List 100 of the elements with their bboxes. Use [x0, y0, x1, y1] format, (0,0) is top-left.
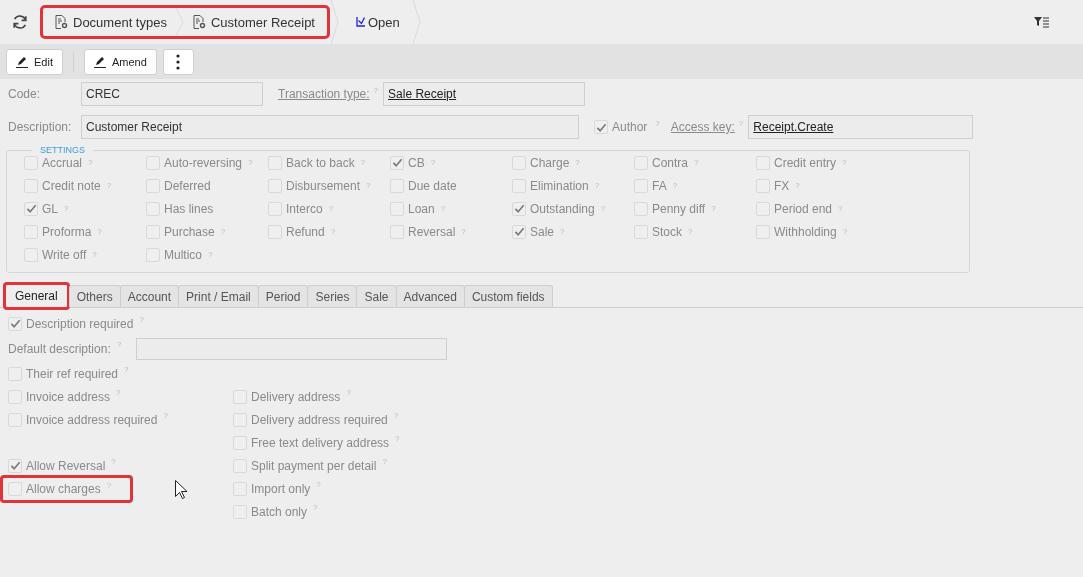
tab[interactable]: Advanced	[395, 285, 465, 307]
chevron-separator	[174, 8, 185, 36]
checkbox[interactable]	[8, 458, 22, 473]
edit-button[interactable]: Edit	[6, 48, 63, 75]
help-mark[interactable]: ?	[330, 227, 336, 236]
help-mark[interactable]: ?	[360, 158, 366, 167]
default-description-field[interactable]	[136, 337, 448, 360]
checkbox-label: Penny diff	[652, 201, 706, 216]
help-mark[interactable]: ?	[116, 340, 122, 349]
help-mark[interactable]: ?	[461, 227, 466, 236]
help-mark[interactable]: ?	[694, 158, 699, 167]
checkbox-label: FX	[774, 178, 790, 193]
checkbox-label: Withholding	[774, 224, 837, 239]
checkbox-label: Accrual	[42, 155, 82, 170]
checkbox-label: Elimination	[530, 178, 589, 193]
help-mark[interactable]: ?	[313, 503, 318, 512]
checkbox[interactable]	[512, 224, 526, 239]
filter-icon[interactable]	[1034, 16, 1049, 28]
checkbox[interactable]	[24, 201, 38, 216]
help-mark[interactable]: ?	[440, 204, 446, 213]
help-mark[interactable]: ?	[316, 480, 321, 489]
help-mark[interactable]: ?	[97, 227, 102, 236]
help-mark[interactable]: ?	[328, 204, 334, 213]
help-mark[interactable]: ?	[139, 315, 144, 324]
help-mark[interactable]: ?	[838, 204, 843, 213]
help-mark[interactable]: ?	[395, 434, 400, 443]
tab[interactable]: Print / Email	[178, 285, 259, 307]
help-mark[interactable]: ?	[688, 227, 693, 236]
help-mark[interactable]: ?	[64, 204, 69, 213]
help-mark[interactable]: ?	[92, 250, 97, 259]
more-button[interactable]	[162, 48, 194, 75]
checkbox-label: Delivery address required	[251, 412, 388, 427]
tab[interactable]: Account	[119, 285, 180, 307]
help-mark[interactable]: ?	[711, 204, 716, 213]
checkbox-label: CB	[408, 155, 425, 170]
help-mark[interactable]: ?	[163, 411, 168, 420]
help-mark[interactable]: ?	[738, 118, 744, 128]
tab[interactable]: Others	[68, 285, 121, 307]
access-key-link[interactable]: Access key:	[670, 120, 735, 134]
checkbox-label: Due date	[408, 178, 457, 193]
help-mark[interactable]: ?	[373, 85, 379, 95]
help-mark[interactable]: ?	[346, 388, 351, 397]
checkbox-label: Credit note	[42, 178, 101, 193]
access-key-field[interactable]: Receipt.Create	[748, 115, 974, 139]
checkbox[interactable]	[8, 316, 22, 331]
help-mark[interactable]: ?	[672, 181, 678, 190]
more-icon	[176, 53, 181, 70]
section-title: SETTINGS	[39, 145, 86, 155]
breadcrumb-item[interactable]: Document types	[47, 14, 175, 30]
refresh-icon[interactable]	[12, 14, 28, 30]
checkbox-label: Description required	[26, 316, 134, 331]
checkbox[interactable]	[390, 155, 404, 170]
checkbox-label: GL	[42, 201, 58, 216]
amend-button[interactable]: Amend	[83, 48, 157, 75]
help-mark[interactable]: ?	[842, 158, 847, 167]
help-mark[interactable]: ?	[366, 181, 371, 190]
tab[interactable]: Sale	[356, 285, 397, 307]
transaction-type-field[interactable]: Sale Receipt	[383, 82, 586, 106]
checkbox-label: Proforma	[42, 224, 92, 239]
help-mark[interactable]: ?	[106, 480, 112, 490]
checkbox-label: Batch only	[251, 504, 308, 519]
help-mark[interactable]: ?	[116, 388, 121, 397]
help-mark[interactable]: ?	[594, 181, 600, 190]
checkbox-label: Auto-reversing	[164, 155, 243, 170]
breadcrumb-item[interactable]: Customer Receipt	[184, 14, 323, 30]
help-mark[interactable]: ?	[248, 158, 253, 167]
checkbox-label: Free text delivery address	[251, 435, 390, 450]
help-mark[interactable]: ?	[575, 158, 580, 167]
help-mark[interactable]: ?	[106, 181, 112, 190]
tab[interactable]: Custom fields	[463, 285, 553, 307]
checkbox-label: Invoice address required	[26, 412, 158, 427]
help-mark[interactable]: ?	[88, 158, 93, 167]
help-mark[interactable]: ?	[430, 158, 436, 167]
checkbox-label: Charge	[530, 155, 570, 170]
help-mark[interactable]: ?	[220, 227, 226, 236]
tab[interactable]: General	[3, 282, 70, 310]
help-mark[interactable]: ?	[124, 365, 129, 374]
checkbox-label: Purchase	[164, 224, 215, 239]
cursor-icon	[175, 480, 187, 499]
help-mark[interactable]: ?	[600, 204, 606, 213]
help-mark[interactable]: ?	[795, 181, 800, 190]
checkbox[interactable]	[512, 201, 526, 216]
tab[interactable]: Series	[307, 285, 358, 307]
checkbox-label: Reversal	[408, 224, 456, 239]
checkbox[interactable]	[594, 120, 608, 134]
checkbox-label: Outstanding	[530, 201, 595, 216]
help-mark[interactable]: ?	[382, 457, 387, 466]
open-link[interactable]: Open	[340, 14, 412, 30]
transaction-type-link[interactable]: Transaction type:	[278, 87, 370, 101]
description-field[interactable]: Customer Receipt	[81, 115, 579, 139]
help-mark[interactable]: ?	[111, 457, 116, 466]
help-mark[interactable]: ?	[655, 118, 660, 128]
checkbox-label: FA	[652, 178, 667, 193]
help-mark[interactable]: ?	[842, 227, 848, 236]
help-mark[interactable]: ?	[560, 227, 565, 236]
tab[interactable]: Period	[257, 285, 309, 307]
help-mark[interactable]: ?	[393, 411, 399, 420]
check-arrow-icon	[356, 17, 365, 27]
code-field[interactable]: CREC	[81, 82, 263, 106]
help-mark[interactable]: ?	[208, 250, 213, 259]
